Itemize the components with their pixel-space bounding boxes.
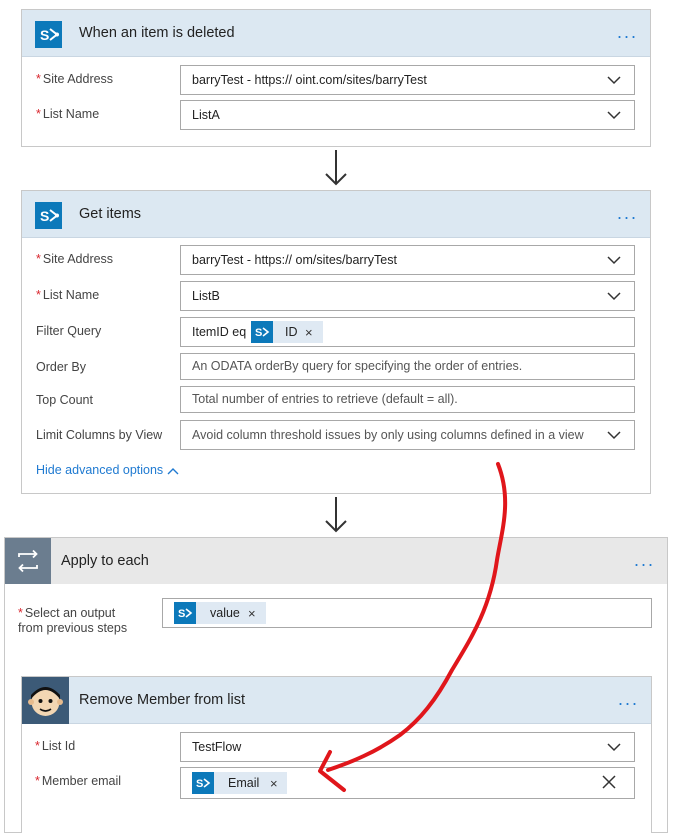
chevron-down-icon[interactable] xyxy=(604,286,624,306)
apply-to-each-container: Apply to each ... * Select an output from … xyxy=(4,537,668,833)
remove-member-title: Remove Member from list xyxy=(79,692,245,708)
order-by-label: Order By xyxy=(36,360,87,374)
limit-columns-label: Limit Columns by View xyxy=(36,428,163,442)
svg-text:S: S xyxy=(178,608,185,620)
loop-icon xyxy=(5,538,51,584)
apply-to-each-title: Apply to each xyxy=(61,553,149,569)
list-id-label: * List Id xyxy=(35,739,76,753)
arrow-down-icon xyxy=(322,497,350,533)
list-id-select[interactable]: TestFlow xyxy=(180,732,635,762)
order-by-input[interactable]: An ODATA orderBy query for specifying th… xyxy=(180,353,635,380)
member-email-input[interactable]: S Email × xyxy=(180,767,635,799)
remove-member-header[interactable]: Remove Member from list ... xyxy=(22,677,651,724)
select-output-label: * Select an output from previous steps xyxy=(18,606,128,635)
site-address-select[interactable]: barryTest - https:// om/sites/barryTest xyxy=(180,245,635,275)
chevron-down-icon[interactable] xyxy=(604,737,624,757)
list-name-label: * List Name xyxy=(36,107,100,121)
site-address-label: * Site Address xyxy=(36,252,114,266)
member-email-label: * Member email xyxy=(35,774,122,788)
chevron-up-icon xyxy=(167,467,179,475)
sharepoint-icon: S xyxy=(35,202,62,229)
hide-advanced-options-link[interactable]: Hide advanced options xyxy=(36,463,179,477)
chevron-down-icon[interactable] xyxy=(604,70,624,90)
get-items-card: S Get items ... * Site Address barryTest … xyxy=(21,190,651,494)
more-options-icon[interactable]: ... xyxy=(617,191,638,235)
svg-text:S: S xyxy=(40,27,49,43)
close-icon[interactable]: × xyxy=(248,603,256,625)
get-items-title: Get items xyxy=(79,206,142,222)
filter-query-label: Filter Query xyxy=(36,324,102,338)
dynamic-token-email[interactable]: S Email × xyxy=(192,772,287,794)
sharepoint-icon: S xyxy=(174,602,196,624)
site-address-label: * Site Address xyxy=(36,72,114,86)
remove-member-card: Remove Member from list ... * List Id Tes… xyxy=(21,676,652,833)
dynamic-token-id[interactable]: S ID × xyxy=(251,321,323,343)
select-output-input[interactable]: S value × xyxy=(162,598,652,628)
arrow-down-icon xyxy=(322,150,350,186)
close-icon[interactable]: × xyxy=(270,773,278,795)
more-options-icon[interactable]: ... xyxy=(634,538,655,582)
svg-text:S: S xyxy=(255,327,262,339)
list-name-select[interactable]: ListB xyxy=(180,281,635,311)
trigger-header[interactable]: S When an item is deleted ... xyxy=(22,10,650,57)
more-options-icon[interactable]: ... xyxy=(618,677,639,721)
top-count-input[interactable]: Total number of entries to retrieve (def… xyxy=(180,386,635,413)
more-options-icon[interactable]: ... xyxy=(617,10,638,54)
svg-text:S: S xyxy=(196,778,203,790)
site-address-select[interactable]: barryTest - https:// oint.com/sites/barr… xyxy=(180,65,635,95)
sharepoint-icon: S xyxy=(35,21,62,48)
chevron-down-icon[interactable] xyxy=(604,425,624,445)
get-items-header[interactable]: S Get items ... xyxy=(22,191,650,238)
apply-to-each-header[interactable]: Apply to each ... xyxy=(5,538,667,584)
list-name-label: * List Name xyxy=(36,288,100,302)
sharepoint-icon: S xyxy=(251,321,273,343)
clear-field-icon[interactable] xyxy=(602,775,616,789)
trigger-card: S When an item is deleted ... * Site Addr… xyxy=(21,9,651,147)
dynamic-token-value[interactable]: S value × xyxy=(174,602,266,624)
chevron-down-icon[interactable] xyxy=(604,105,624,125)
close-icon[interactable]: × xyxy=(305,322,313,344)
limit-columns-select[interactable]: Avoid column threshold issues by only us… xyxy=(180,420,635,450)
svg-text:S: S xyxy=(40,208,49,224)
list-name-select[interactable]: ListA xyxy=(180,100,635,130)
chevron-down-icon[interactable] xyxy=(604,250,624,270)
sharepoint-icon: S xyxy=(192,772,214,794)
mailchimp-icon xyxy=(22,677,69,724)
top-count-label: Top Count xyxy=(36,393,93,407)
filter-query-input[interactable]: ItemID eq S ID × xyxy=(180,317,635,347)
trigger-title: When an item is deleted xyxy=(79,25,235,41)
